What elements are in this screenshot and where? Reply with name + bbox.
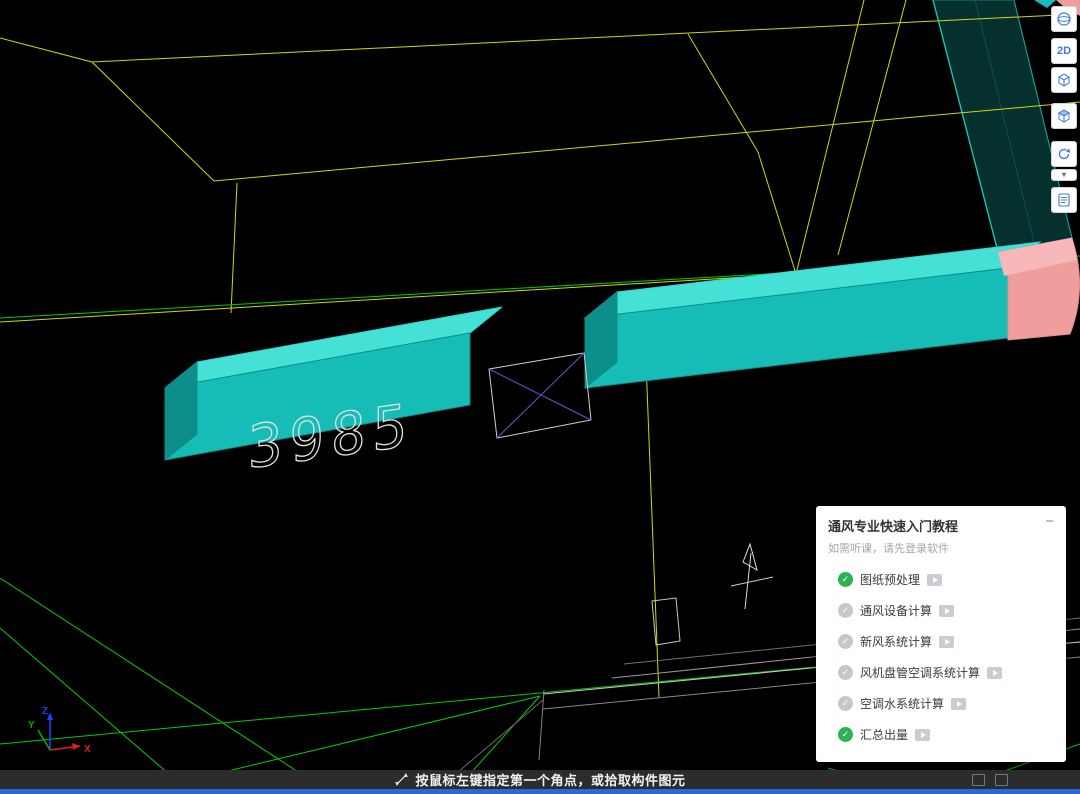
tutorial-item[interactable]: ✓ 通风设备计算 (816, 595, 1066, 626)
check-icon: ✓ (838, 665, 853, 680)
check-icon: ✓ (838, 727, 853, 742)
status-bar: 按鼠标左键指定第一个角点，或拾取构件图元 (0, 770, 1080, 789)
list-icon (1058, 193, 1070, 207)
tutorial-item[interactable]: ✓ 汇总出量 (816, 719, 1066, 750)
check-icon: ✓ (838, 572, 853, 587)
view-toolbar: 2D ▾ (1050, 6, 1078, 213)
taskbar-edge (0, 789, 1080, 794)
status-message: 按鼠标左键指定第一个角点，或拾取构件图元 (415, 773, 686, 788)
check-icon: ✓ (838, 603, 853, 618)
cube-stack-icon (1058, 109, 1070, 123)
minimize-icon[interactable]: − (1045, 514, 1054, 529)
status-mini-icon[interactable] (972, 774, 985, 786)
tutorial-item-label: 汇总出量 (860, 728, 909, 742)
video-play-icon[interactable] (939, 604, 955, 617)
tutorial-subtitle: 如需听课，请先登录软件 (828, 543, 949, 555)
cursor-arrow (730, 542, 774, 610)
2d-view-button[interactable]: 2D (1051, 38, 1077, 64)
svg-text:Z: Z (42, 706, 48, 717)
tutorial-item[interactable]: ✓ 空调水系统计算 (816, 688, 1066, 719)
tutorial-item-label: 新风系统计算 (860, 635, 933, 649)
video-play-icon[interactable] (987, 666, 1003, 679)
check-icon: ✓ (838, 696, 853, 711)
status-right-icons (972, 774, 1008, 786)
video-play-icon[interactable] (939, 635, 955, 648)
orbit-view-button[interactable] (1051, 6, 1077, 32)
tutorial-item-label: 图纸预处理 (860, 573, 921, 587)
cube-icon (1058, 73, 1070, 87)
pick-cursor-icon (395, 773, 409, 786)
tutorial-item[interactable]: ✓ 新风系统计算 (816, 626, 1066, 657)
video-play-icon[interactable] (927, 573, 943, 586)
tutorial-item-label: 风机盘管空调系统计算 (860, 666, 981, 680)
sphere-icon (1057, 12, 1071, 26)
report-button[interactable] (1051, 187, 1077, 213)
2d-label: 2D (1056, 45, 1072, 57)
tutorial-item-label: 通风设备计算 (860, 604, 933, 618)
duct-elbow[interactable] (997, 237, 1080, 341)
check-icon: ✓ (838, 634, 853, 649)
video-play-icon[interactable] (915, 728, 931, 741)
svg-text:Y: Y (28, 720, 35, 731)
cad-application-window: 3985 X Z Y 2D ▾ 通风专业快速入门教程 − 如需听课，请先登录软件… (0, 0, 1080, 794)
chevron-down-icon: ▾ (1061, 170, 1066, 179)
duct-right[interactable] (583, 241, 1042, 390)
tutorial-item[interactable]: ✓ 图纸预处理 (816, 564, 1066, 595)
refresh-view-button[interactable] (1051, 141, 1077, 167)
status-mini-icon[interactable] (995, 774, 1008, 786)
expand-views-button[interactable]: ▾ (1051, 169, 1077, 181)
tutorial-item-label: 空调水系统计算 (860, 697, 945, 711)
shaded-view-button[interactable] (1051, 103, 1077, 129)
rotate-icon (1058, 148, 1070, 160)
ucs-axis-icon: X Z Y (28, 706, 91, 755)
damper-symbol[interactable] (488, 352, 592, 439)
solid-view-button[interactable] (1051, 67, 1077, 93)
tutorial-panel: 通风专业快速入门教程 − 如需听课，请先登录软件 ✓ 图纸预处理 ✓ 通风设备计… (816, 506, 1066, 762)
tutorial-title: 通风专业快速入门教程 (828, 519, 959, 534)
tutorial-item[interactable]: ✓ 风机盘管空调系统计算 (816, 657, 1066, 688)
svg-text:X: X (84, 744, 91, 755)
video-play-icon[interactable] (951, 697, 967, 710)
